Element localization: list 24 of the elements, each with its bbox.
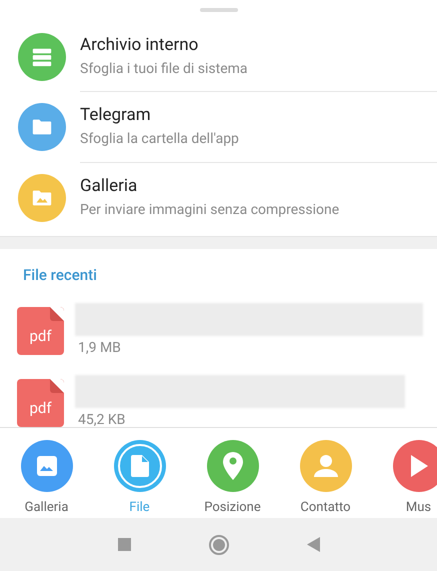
person-icon	[312, 454, 338, 478]
attach-option[interactable]: Contatto	[279, 428, 372, 518]
back-nav-icon[interactable]	[306, 537, 320, 552]
source-title[interactable]: Galleria	[80, 175, 437, 198]
source-subtitle: Sfoglia i tuoi file di sistema	[80, 60, 249, 79]
pdf-file-icon[interactable]: pdf	[17, 378, 64, 427]
drag-handle[interactable]	[200, 8, 238, 12]
source-subtitle: Sfoglia la cartella dell'app	[80, 130, 240, 150]
image-icon	[34, 454, 58, 478]
document-icon	[130, 454, 150, 478]
recents-nav-icon[interactable]	[118, 538, 130, 551]
source-title[interactable]: Telegram	[80, 104, 437, 126]
home-nav-icon[interactable]	[208, 534, 228, 554]
play-icon	[408, 454, 428, 478]
source-subtitle: Per inviare immagini senza compressione	[80, 201, 340, 220]
source-title[interactable]: Archivio interno	[80, 34, 437, 56]
file-size: 45,2 KB	[78, 410, 126, 430]
location-pin-icon	[222, 452, 242, 480]
attach-option[interactable]: Galleria	[0, 428, 93, 518]
pdf-file-icon[interactable]: pdf	[17, 306, 64, 355]
attach-option[interactable]: Posizione	[186, 428, 279, 518]
section-title: File recenti	[23, 265, 97, 286]
attach-option[interactable]: Mus	[372, 428, 437, 518]
file-size: 1,9 MB	[78, 338, 122, 358]
